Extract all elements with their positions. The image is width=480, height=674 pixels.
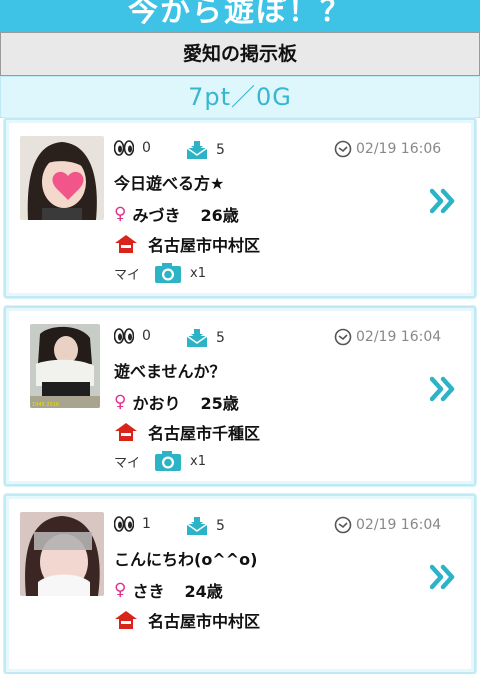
post-time: 02/19 16:06 <box>334 140 441 158</box>
user-age: 25歳 <box>200 394 239 413</box>
board-title: 愛知の掲示板 <box>0 32 480 76</box>
view-count: 0 <box>114 328 151 344</box>
user-age: 24歳 <box>184 582 223 601</box>
post-title: こんにちわ(o^^o) <box>114 550 258 569</box>
user-name: かおり <box>132 394 181 413</box>
points-display: 7pt／0G <box>0 76 480 118</box>
photo-count: x1 <box>190 265 206 281</box>
view-count: 0 <box>114 140 151 156</box>
view-count-value: 1 <box>142 516 151 532</box>
reply-count-value: 5 <box>216 330 225 346</box>
mail-download-icon <box>186 329 208 347</box>
user-info: ♀ みづき 26歳 <box>114 202 239 226</box>
photo-label: マイ <box>114 267 141 283</box>
user-thumbnail[interactable]: 1945 2016 <box>30 324 100 408</box>
home-icon <box>115 611 137 629</box>
photo-info: マイ x1 <box>114 450 206 472</box>
eyes-icon <box>114 516 134 532</box>
svg-text:1945 2016: 1945 2016 <box>32 402 59 408</box>
reply-count-value: 5 <box>216 518 225 534</box>
reply-count: 5 <box>186 140 225 160</box>
chevron-right-icon[interactable] <box>430 564 456 590</box>
user-info: ♀ かおり 25歳 <box>114 390 239 414</box>
eyes-icon <box>114 328 134 344</box>
female-icon: ♀ <box>114 580 127 600</box>
post-time: 02/19 16:04 <box>334 328 441 346</box>
user-area: 名古屋市千種区 <box>114 420 260 444</box>
camera-icon <box>155 451 182 471</box>
post-card[interactable]: 1 5 02/19 16:04 こんにちわ(o^^o) ♀ さき 24歳 名古屋… <box>4 494 476 674</box>
user-thumbnail[interactable] <box>20 136 104 220</box>
user-age: 26歳 <box>200 206 239 225</box>
post-title: 遊べませんか？ <box>114 362 226 381</box>
female-icon: ♀ <box>114 204 127 224</box>
clock-icon <box>334 516 352 534</box>
user-area: 名古屋市中村区 <box>114 232 260 256</box>
post-card[interactable]: 1945 2016 0 5 02/19 16:04 遊べませんか？ ♀ かおり … <box>4 306 476 486</box>
camera-icon <box>155 263 182 283</box>
chevron-right-icon[interactable] <box>430 188 456 214</box>
post-time: 02/19 16:04 <box>334 516 441 534</box>
user-area: 名古屋市中村区 <box>114 608 260 632</box>
view-count: 1 <box>114 516 151 532</box>
post-time-value: 02/19 16:04 <box>356 517 442 533</box>
home-icon <box>115 235 137 253</box>
post-time-value: 02/19 16:06 <box>356 141 442 157</box>
clock-icon <box>334 328 352 346</box>
reply-count-value: 5 <box>216 142 225 158</box>
mail-download-icon <box>186 517 208 535</box>
area-name: 名古屋市中村区 <box>148 236 261 255</box>
mail-download-icon <box>186 141 208 159</box>
photo-label: マイ <box>114 455 141 471</box>
home-icon <box>115 423 137 441</box>
user-name: みづき <box>132 206 181 225</box>
app-title: 今から遊ぼ！？ <box>128 0 352 29</box>
post-title: 今日遊べる方★ <box>114 174 225 193</box>
chevron-right-icon[interactable] <box>430 376 456 402</box>
photo-info: マイ x1 <box>114 262 206 284</box>
area-name: 名古屋市千種区 <box>148 424 261 443</box>
post-card[interactable]: 0 5 02/19 16:06 今日遊べる方★ ♀ みづき 26歳 名古屋市中村… <box>4 118 476 298</box>
user-thumbnail[interactable] <box>20 512 104 596</box>
female-icon: ♀ <box>114 392 127 412</box>
user-info: ♀ さき 24歳 <box>114 578 223 602</box>
post-time-value: 02/19 16:04 <box>356 329 442 345</box>
app-header: 今から遊ぼ！？ <box>0 0 480 32</box>
reply-count: 5 <box>186 516 225 536</box>
eyes-icon <box>114 140 134 156</box>
view-count-value: 0 <box>142 140 151 156</box>
view-count-value: 0 <box>142 328 151 344</box>
user-name: さき <box>132 582 165 601</box>
photo-count: x1 <box>190 453 206 469</box>
area-name: 名古屋市中村区 <box>148 612 261 631</box>
reply-count: 5 <box>186 328 225 348</box>
clock-icon <box>334 140 352 158</box>
